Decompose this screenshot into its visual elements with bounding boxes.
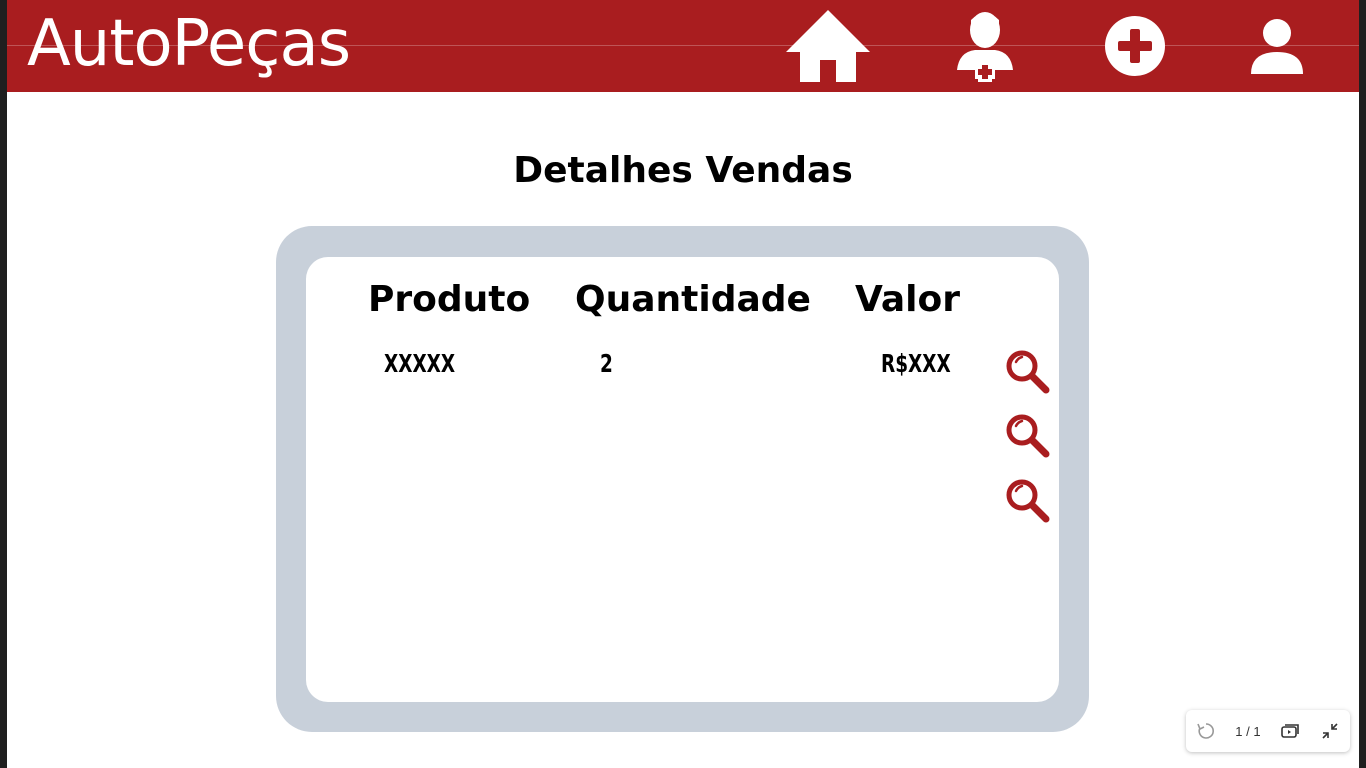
- reset-icon[interactable]: [1195, 720, 1217, 742]
- cell-valor: R$XXX: [881, 349, 951, 378]
- cell-quantidade: 2: [600, 349, 613, 378]
- column-header-produto: Produto: [368, 279, 531, 320]
- table-frame: Produto Quantidade Valor XXXXX 2 R$XXX: [276, 226, 1089, 732]
- column-header-quantidade: Quantidade: [575, 279, 811, 320]
- home-icon[interactable]: [783, 6, 873, 86]
- header-bar: AutoPeças: [7, 0, 1359, 92]
- exit-fullscreen-icon[interactable]: [1319, 720, 1341, 742]
- slide: AutoPeças Detalhes Vendas Produto Quanti…: [7, 0, 1359, 768]
- page-indicator: 1 / 1: [1235, 723, 1261, 739]
- page-title: Detalhes Vendas: [513, 150, 853, 191]
- table-panel: Produto Quantidade Valor XXXXX 2 R$XXX: [306, 257, 1059, 702]
- add-client-icon[interactable]: [953, 6, 1017, 86]
- search-icon[interactable]: [1004, 412, 1052, 460]
- viewer-toolbar: 1 / 1: [1186, 710, 1350, 752]
- user-icon[interactable]: [1247, 6, 1307, 86]
- column-header-valor: Valor: [855, 279, 961, 320]
- search-icon[interactable]: [1004, 348, 1052, 396]
- app-logo[interactable]: AutoPeças: [27, 4, 351, 84]
- cell-produto: XXXXX: [384, 349, 456, 378]
- slideshow-icon[interactable]: [1279, 720, 1301, 742]
- search-icon[interactable]: [1004, 477, 1052, 525]
- add-circle-icon[interactable]: [1104, 6, 1166, 86]
